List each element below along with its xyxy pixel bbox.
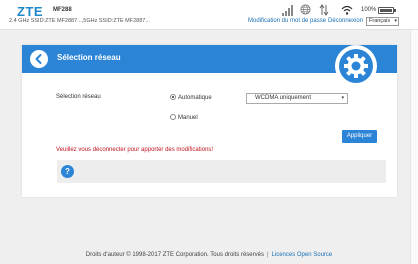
radio-automatic-label: Automatique <box>178 95 212 101</box>
back-arrow-icon <box>35 54 42 64</box>
chevron-down-icon: ▾ <box>341 95 344 101</box>
page-scrollbar[interactable] <box>410 30 418 264</box>
chevron-down-icon: ▾ <box>394 18 397 24</box>
back-button[interactable] <box>30 50 48 68</box>
page-title: Sélection réseau <box>57 53 121 62</box>
radio-manual-label: Manuel <box>178 115 198 121</box>
top-header: ZTE MF288 2.4 GHz SSID:ZTE MF2887...,5GH… <box>0 0 418 30</box>
radio-button[interactable] <box>170 114 176 120</box>
battery-icon <box>378 7 396 14</box>
change-password-link[interactable]: Modification du mot de passe <box>248 18 326 24</box>
brand-logo: ZTE <box>17 4 44 19</box>
language-value: Français <box>369 18 391 24</box>
wifi-icon <box>341 5 353 15</box>
footer: Droits d'auteur © 1998-2017 ZTE Corporat… <box>0 252 418 258</box>
device-model: MF288 <box>53 7 72 13</box>
footer-separator: | <box>266 252 269 258</box>
help-icon[interactable]: ? <box>61 165 74 178</box>
settings-badge <box>335 45 377 87</box>
logout-link[interactable]: Déconnexion <box>328 18 363 24</box>
network-selection-label: Sélection réseau <box>56 94 101 100</box>
data-transfer-icon <box>319 4 329 16</box>
copyright-text: Droits d'auteur © 1998-2017 ZTE Corporat… <box>85 252 264 258</box>
globe-icon <box>300 4 311 15</box>
radio-automatic[interactable]: Automatique <box>170 94 212 101</box>
language-select[interactable]: Français ▾ <box>366 17 399 26</box>
signal-bars-icon <box>282 5 293 16</box>
battery-fill <box>380 9 392 12</box>
radio-manual[interactable]: Manuel <box>170 114 198 121</box>
open-source-licences-link[interactable]: Licences Open Source <box>272 252 333 258</box>
gear-badge-circle <box>339 49 373 83</box>
network-mode-select[interactable]: WCDMA uniquement ▾ <box>246 93 348 104</box>
network-mode-value: WCDMA uniquement <box>255 95 312 101</box>
logout-warning: Veuillez vous déconnecter pour apporter … <box>56 147 214 153</box>
radio-button-checked[interactable] <box>170 94 176 100</box>
help-bar: ? <box>57 160 386 183</box>
ssid-info: 2.4 GHz SSID:ZTE MF2887...,5GHz SSID:ZTE… <box>9 18 150 24</box>
gear-icon <box>344 54 368 78</box>
battery-percent: 100% <box>361 7 377 13</box>
network-selection-card: Sélection réseau Sélection réseau Automa… <box>22 45 397 197</box>
apply-button[interactable]: Appliquer <box>342 130 377 143</box>
